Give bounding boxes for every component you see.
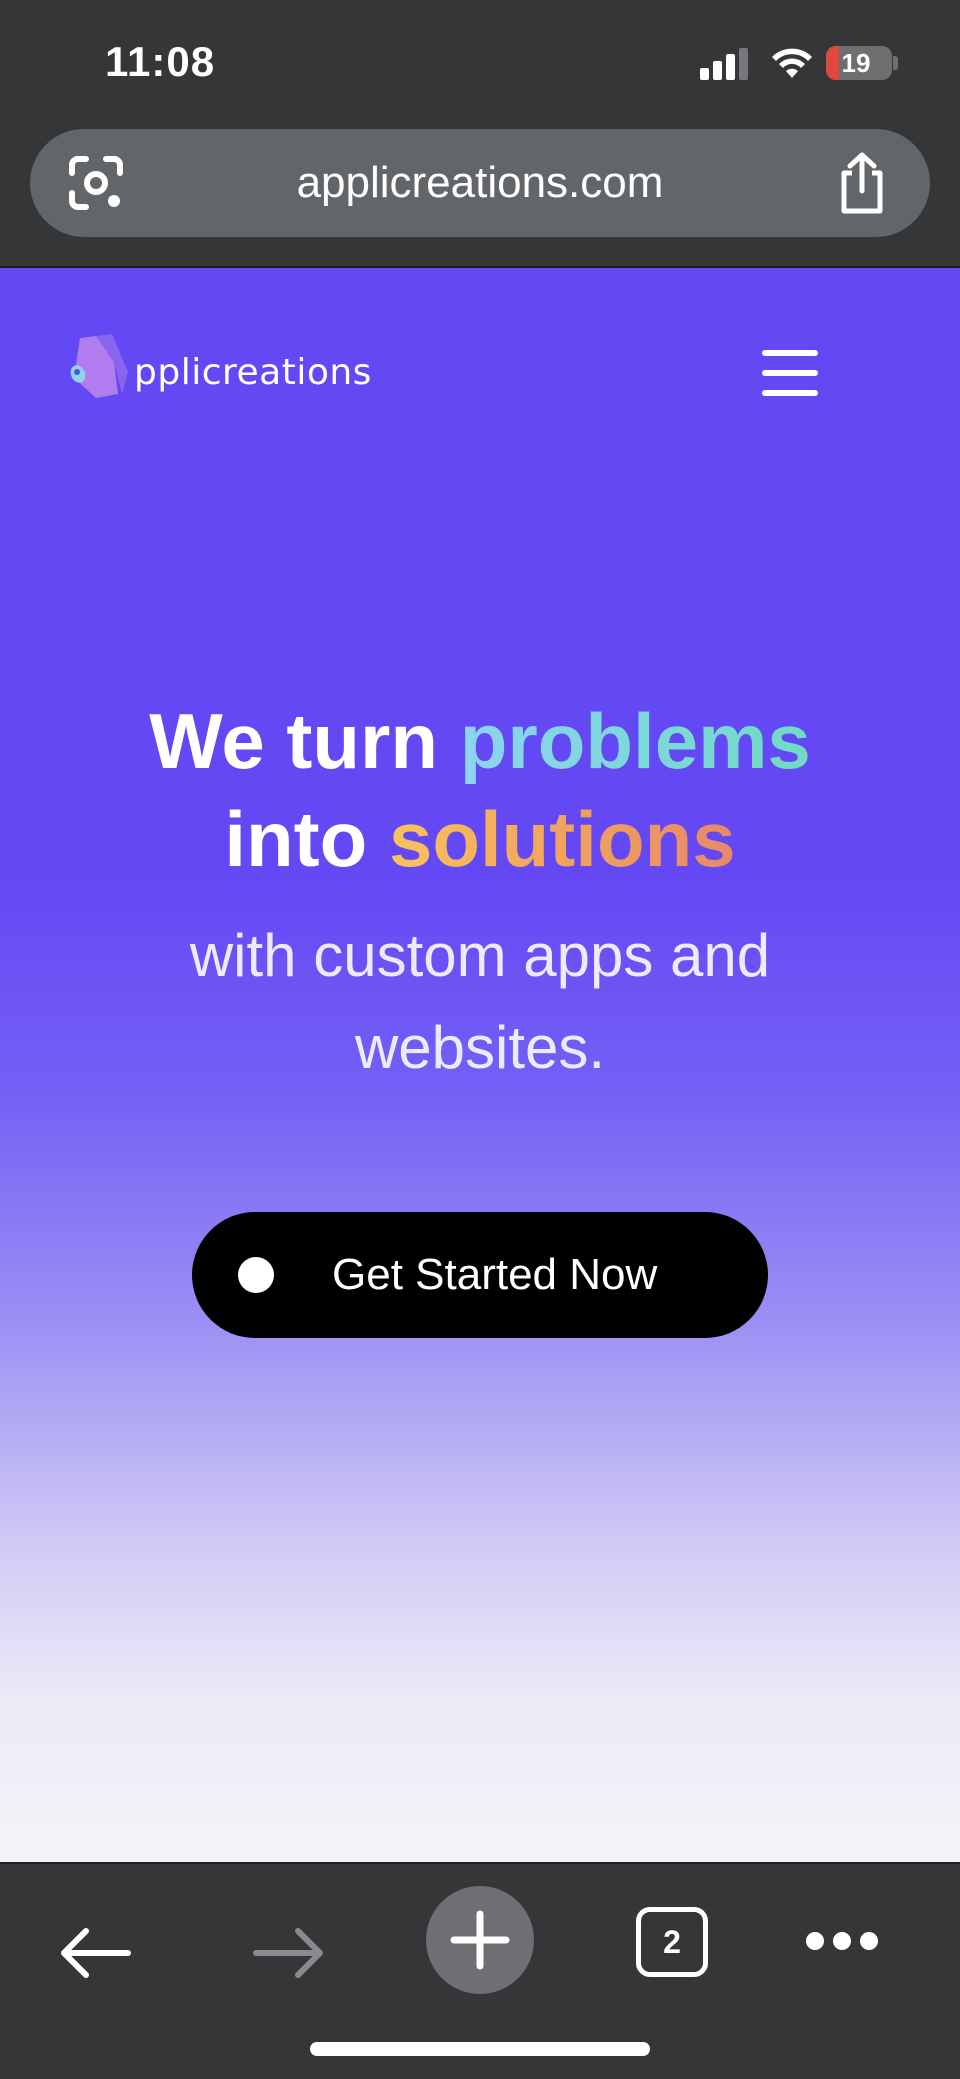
status-bar: 11:08 19 applicreations.com xyxy=(0,0,960,237)
headline-accent-solutions: solutions xyxy=(388,795,736,883)
browser-toolbar: 2 xyxy=(0,1862,960,2079)
applicreations-logo-mark xyxy=(70,334,128,398)
subheadline-line-1: with custom apps and xyxy=(189,922,771,989)
signal-icon xyxy=(700,48,752,80)
share-icon[interactable] xyxy=(834,151,890,215)
new-tab-button[interactable] xyxy=(426,1886,534,1994)
cta-label: Get Started Now xyxy=(332,1250,658,1299)
headline-accent-problems: problems xyxy=(459,697,811,785)
site-logo[interactable]: pplicreations xyxy=(66,332,371,412)
home-indicator xyxy=(310,2042,650,2056)
wifi-icon xyxy=(772,48,812,78)
forward-arrow-icon[interactable] xyxy=(252,1926,326,1980)
battery-charging-icon: 19 xyxy=(826,46,892,80)
web-page: pplicreations We turn problems into solu… xyxy=(0,268,960,1862)
headline-white-2: into xyxy=(224,795,368,883)
more-dots-icon[interactable] xyxy=(806,1932,878,1952)
subheadline: with custom apps and websites. xyxy=(0,910,960,1094)
subheadline-line-2: websites. xyxy=(354,1014,606,1081)
battery-nub xyxy=(893,56,898,70)
status-time: 11:08 xyxy=(105,38,216,85)
hamburger-menu-icon[interactable] xyxy=(762,350,820,396)
url-text[interactable]: applicreations.com xyxy=(30,129,930,237)
plus-icon xyxy=(450,1910,510,1970)
get-started-button[interactable]: Get Started Now xyxy=(192,1212,768,1338)
headline-line-2: into solutions xyxy=(0,790,960,888)
logo-text: pplicreations xyxy=(134,352,372,393)
headline-line-1: We turn problems xyxy=(0,692,960,790)
address-bar[interactable]: applicreations.com xyxy=(30,129,930,237)
battery-level: 19 xyxy=(841,48,871,78)
tab-count: 2 xyxy=(663,1924,681,1960)
tab-switcher-button[interactable]: 2 xyxy=(636,1907,708,1977)
cta-dot-icon xyxy=(238,1257,274,1293)
headline-white-1: We turn xyxy=(149,697,439,785)
back-arrow-icon[interactable] xyxy=(58,1926,132,1980)
